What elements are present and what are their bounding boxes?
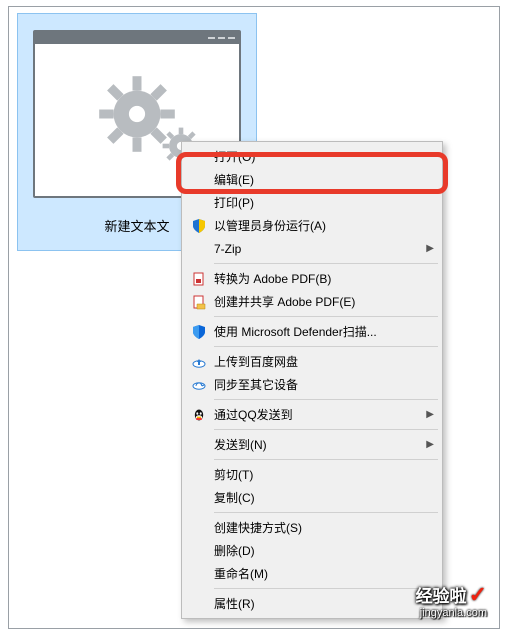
menu-run-as-admin[interactable]: 以管理员身份运行(A): [184, 214, 440, 237]
menu-separator: [214, 429, 438, 430]
menu-print[interactable]: 打印(P): [184, 191, 440, 214]
menu-separator: [214, 459, 438, 460]
menu-open[interactable]: 打开(O): [184, 145, 440, 168]
menu-label: 7-Zip: [210, 242, 424, 256]
menu-defender-scan[interactable]: 使用 Microsoft Defender扫描...: [184, 320, 440, 343]
menu-label: 创建并共享 Adobe PDF(E): [210, 293, 434, 310]
menu-label: 创建快捷方式(S): [210, 519, 434, 536]
menu-label: 打开(O): [210, 148, 434, 165]
menu-send-to[interactable]: 发送到(N) ▶: [184, 433, 440, 456]
menu-copy[interactable]: 复制(C): [184, 486, 440, 509]
qq-icon: [188, 407, 210, 423]
menu-baidu-upload[interactable]: 上传到百度网盘: [184, 350, 440, 373]
menu-7zip[interactable]: 7-Zip ▶: [184, 237, 440, 260]
menu-label: 删除(D): [210, 542, 434, 559]
watermark-url: jingyanla.com: [416, 607, 487, 620]
submenu-arrow-icon: ▶: [424, 409, 434, 420]
menu-label: 上传到百度网盘: [210, 353, 434, 370]
menu-label: 转换为 Adobe PDF(B): [210, 270, 434, 287]
menu-label: 剪切(T): [210, 466, 434, 483]
watermark-title: 经验啦: [416, 587, 467, 606]
context-menu: 打开(O) 编辑(E) 打印(P) 以管理员身份运行(A) 7-Zip ▶ 转换: [181, 141, 443, 619]
menu-label: 同步至其它设备: [210, 376, 434, 393]
menu-create-shortcut[interactable]: 创建快捷方式(S): [184, 516, 440, 539]
shield-icon: [188, 218, 210, 234]
menu-label: 通过QQ发送到: [210, 406, 424, 423]
menu-create-share-pdf[interactable]: 创建并共享 Adobe PDF(E): [184, 290, 440, 313]
menu-label: 复制(C): [210, 489, 434, 506]
menu-separator: [214, 346, 438, 347]
pdf-share-icon: [188, 294, 210, 310]
pdf-icon: [188, 271, 210, 287]
menu-edit[interactable]: 编辑(E): [184, 168, 440, 191]
menu-rename[interactable]: 重命名(M): [184, 562, 440, 585]
menu-separator: [214, 263, 438, 264]
menu-separator: [214, 399, 438, 400]
cloud-sync-icon: [188, 377, 210, 393]
watermark: 经验啦✓ jingyanla.com: [416, 582, 487, 620]
menu-label: 使用 Microsoft Defender扫描...: [210, 323, 434, 340]
menu-baidu-sync[interactable]: 同步至其它设备: [184, 373, 440, 396]
menu-separator: [214, 588, 438, 589]
menu-label: 发送到(N): [210, 436, 424, 453]
defender-icon: [188, 324, 210, 340]
menu-label: 属性(R): [210, 595, 434, 612]
menu-cut[interactable]: 剪切(T): [184, 463, 440, 486]
menu-label: 编辑(E): [210, 171, 434, 188]
cloud-upload-icon: [188, 354, 210, 370]
menu-delete[interactable]: 删除(D): [184, 539, 440, 562]
menu-label: 重命名(M): [210, 565, 434, 582]
menu-label: 打印(P): [210, 194, 434, 211]
submenu-arrow-icon: ▶: [424, 243, 434, 254]
file-name-label: 新建文本文: [104, 216, 169, 235]
check-icon: ✓: [469, 582, 487, 607]
desktop-area: 新建文本文 打开(O) 编辑(E) 打印(P) 以管理员身份运行(A) 7-Zi…: [8, 6, 500, 629]
menu-label: 以管理员身份运行(A): [210, 217, 434, 234]
submenu-arrow-icon: ▶: [424, 439, 434, 450]
menu-separator: [214, 512, 438, 513]
menu-separator: [214, 316, 438, 317]
menu-properties[interactable]: 属性(R): [184, 592, 440, 615]
menu-convert-pdf[interactable]: 转换为 Adobe PDF(B): [184, 267, 440, 290]
menu-qq-send[interactable]: 通过QQ发送到 ▶: [184, 403, 440, 426]
